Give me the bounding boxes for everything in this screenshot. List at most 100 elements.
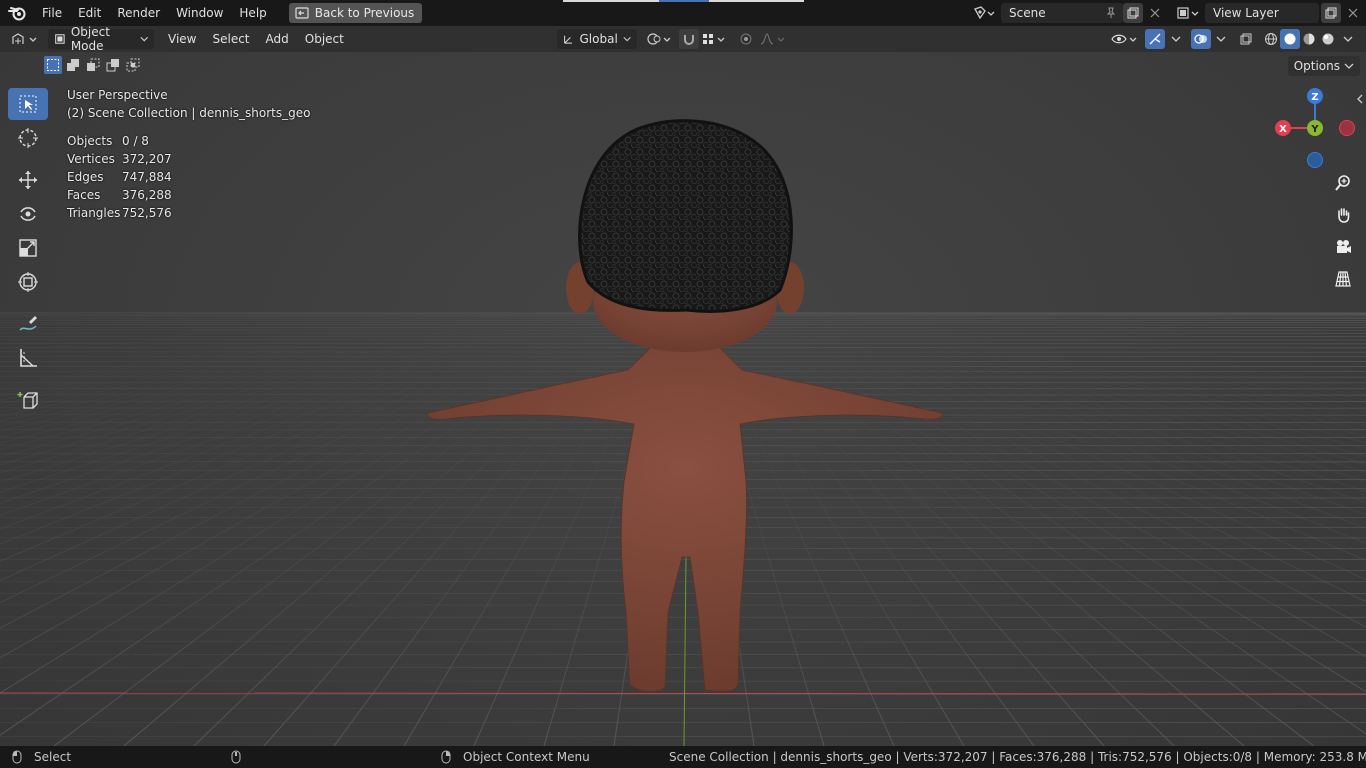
shading-rendered-icon[interactable] — [1318, 29, 1338, 49]
floor-grid — [0, 119, 1366, 746]
select-new-icon[interactable] — [44, 56, 62, 74]
view-layer-browse-icon[interactable] — [1173, 3, 1203, 23]
scene-info-text: Scene Collection | dennis_shorts_geo | V… — [669, 750, 1366, 764]
back-to-previous-label: Back to Previous — [314, 6, 415, 20]
gizmo-toggle-icon[interactable] — [1145, 29, 1165, 49]
grid-line — [0, 640, 1366, 643]
measure-tool[interactable] — [8, 342, 48, 374]
gizmo-neg-z-axis[interactable] — [1307, 152, 1323, 168]
falloff-icon[interactable] — [758, 29, 788, 49]
grid-line — [0, 628, 1366, 630]
chevron-down-icon — [140, 36, 148, 42]
back-to-previous-button[interactable]: Back to Previous — [288, 3, 423, 23]
new-scene-icon[interactable] — [1123, 3, 1143, 23]
stat-row-edges: Edges 747,884 — [67, 168, 172, 186]
object-mode-icon — [55, 34, 65, 44]
proportional-editing-icon[interactable] — [736, 29, 756, 49]
editor-type-icon[interactable] — [10, 29, 40, 49]
scene-selector: Scene View Layer — [969, 3, 1363, 23]
annotate-tool[interactable] — [8, 308, 48, 340]
move-tool[interactable] — [8, 164, 48, 196]
menu-render[interactable]: Render — [109, 0, 168, 26]
add-cube-tool[interactable] — [8, 384, 48, 416]
stat-row-triangles: Triangles 752,576 — [67, 204, 172, 222]
overlays-toggle-icon[interactable] — [1191, 29, 1211, 49]
delete-view-layer-icon[interactable] — [1343, 3, 1363, 23]
visibility-icon[interactable] — [1110, 29, 1140, 49]
scene-browse-icon[interactable] — [969, 3, 999, 23]
gizmo-menu-chevron-icon[interactable] — [1166, 29, 1186, 49]
cursor-icon — [18, 128, 38, 148]
menu-window[interactable]: Window — [168, 0, 231, 26]
shading-wireframe-icon[interactable] — [1261, 29, 1281, 49]
overlays-menu-chevron-icon[interactable] — [1211, 29, 1231, 49]
view-layer-name-field[interactable]: View Layer — [1205, 3, 1319, 23]
select-box-tool[interactable] — [8, 88, 48, 120]
select-invert-icon[interactable] — [104, 56, 122, 74]
mode-label: Object Mode — [70, 25, 110, 53]
gizmo-z-label: Z — [1311, 92, 1318, 103]
select-subtract-icon[interactable] — [84, 56, 102, 74]
move-icon — [19, 171, 37, 189]
mouse-right-icon — [441, 750, 451, 764]
cursor-tool[interactable] — [8, 122, 48, 154]
workspace-tab-active[interactable] — [659, 0, 709, 2]
tool-shelf — [8, 88, 50, 416]
stat-value: 372,207 — [122, 152, 172, 166]
menu-select[interactable]: Select — [204, 32, 257, 46]
menu-help[interactable]: Help — [231, 0, 274, 26]
blender-logo-icon[interactable] — [0, 0, 34, 26]
orientation-icon — [564, 35, 573, 44]
snap-target-icon[interactable] — [700, 29, 730, 49]
grid-line — [0, 558, 1366, 560]
xray-toggle-icon[interactable] — [1236, 29, 1256, 49]
transform-orientation-dropdown[interactable]: Global — [557, 29, 637, 49]
pin-icon[interactable] — [1101, 3, 1121, 23]
stat-row-faces: Faces 376,288 — [67, 186, 172, 204]
select-extend-icon[interactable] — [64, 56, 82, 74]
back-icon — [295, 7, 309, 19]
active-collection-label: (2) Scene Collection | dennis_shorts_geo — [67, 106, 311, 120]
rotate-tool[interactable] — [8, 198, 48, 230]
shading-solid-icon[interactable] — [1280, 29, 1300, 49]
pivot-point-icon[interactable] — [645, 29, 675, 49]
grid-line — [0, 604, 1366, 606]
snap-toggle-icon[interactable] — [679, 29, 699, 49]
stat-label: Faces — [67, 188, 101, 202]
mode-dropdown[interactable]: Object Mode — [48, 25, 154, 53]
viewport-navigation-buttons — [1330, 170, 1356, 292]
shading-material-icon[interactable] — [1299, 29, 1319, 49]
rotate-icon — [20, 207, 36, 221]
grid-line — [0, 592, 1366, 594]
hint-select: Select — [12, 750, 71, 764]
perspective-toggle-icon[interactable] — [1330, 266, 1356, 292]
menu-object[interactable]: Object — [297, 32, 352, 46]
navigation-gizmo[interactable]: Z X Y — [1270, 86, 1360, 176]
gizmo-neg-x-axis[interactable] — [1339, 120, 1355, 136]
3d-viewport[interactable]: User Perspective (2) Scene Collection | … — [0, 52, 1366, 746]
stat-label: Objects — [67, 134, 113, 148]
scale-tool[interactable] — [8, 232, 48, 264]
select-intersect-icon[interactable] — [124, 56, 142, 74]
grid-line — [0, 735, 1366, 738]
menu-edit[interactable]: Edit — [70, 0, 109, 26]
delete-scene-icon[interactable] — [1145, 3, 1165, 23]
grid-line — [0, 580, 1366, 583]
new-view-layer-icon[interactable] — [1321, 3, 1341, 23]
menu-add[interactable]: Add — [258, 32, 297, 46]
workspace-tab-strip[interactable] — [563, 0, 804, 2]
shading-menu-chevron-icon[interactable] — [1338, 29, 1358, 49]
zoom-icon[interactable] — [1330, 170, 1356, 196]
menu-file[interactable]: File — [34, 0, 70, 26]
camera-view-icon[interactable] — [1330, 234, 1356, 260]
viewport-info: User Perspective (2) Scene Collection | … — [67, 86, 310, 122]
options-dropdown[interactable]: Options — [1287, 56, 1360, 76]
stat-row-objects: Objects 0 / 8 — [67, 132, 172, 150]
grid-line — [0, 569, 1366, 571]
pan-hand-icon[interactable] — [1330, 202, 1356, 228]
grid-line — [0, 653, 1366, 656]
menu-view[interactable]: View — [160, 32, 204, 46]
transform-tool[interactable] — [8, 266, 48, 298]
stat-value: 376,288 — [122, 188, 172, 202]
grid-line — [0, 680, 1366, 682]
